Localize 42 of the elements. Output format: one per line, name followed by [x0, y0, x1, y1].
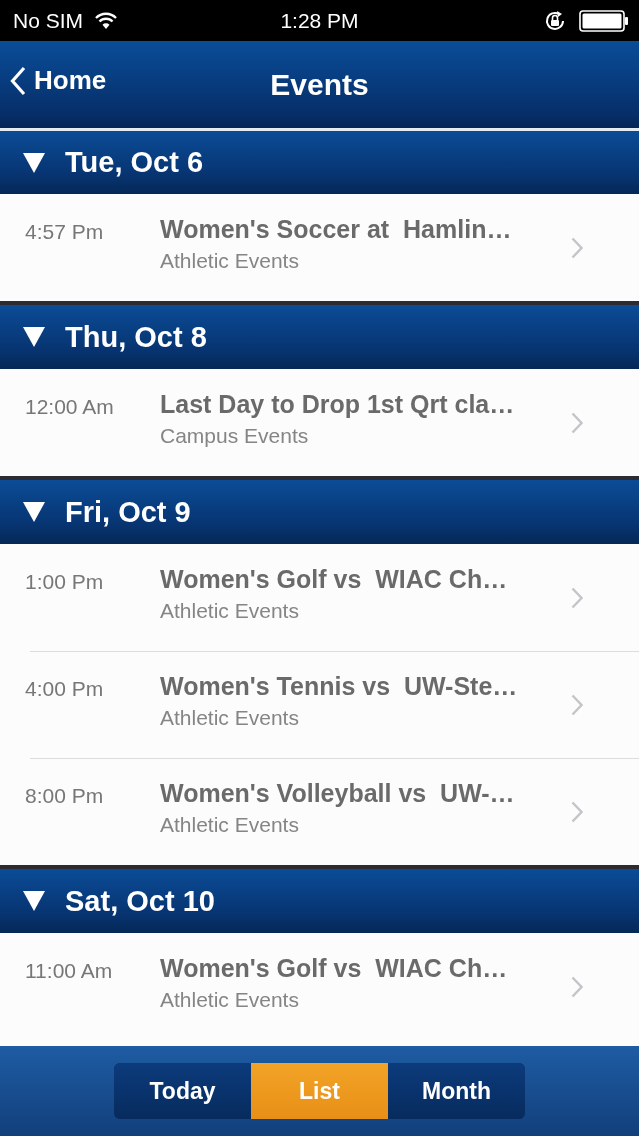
event-time: 12:00 Am	[24, 395, 115, 419]
event-time: 8:00 Pm	[24, 784, 105, 808]
disclosure-chevron-icon	[571, 412, 583, 434]
section-date: Tue, Oct 6	[65, 146, 204, 179]
disclosure-chevron-icon	[571, 694, 583, 716]
event-title: Women's Volleyball vs UW-…	[160, 779, 516, 808]
event-time: 11:00 Am	[24, 959, 114, 983]
clock-label: 1:28 PM	[280, 8, 359, 33]
event-category: Athletic Events	[160, 249, 300, 273]
event-title: Women's Soccer at Hamlin…	[160, 215, 513, 244]
event-title: Last Day to Drop 1st Qrt cla…	[160, 390, 516, 419]
back-button[interactable]: Home	[10, 65, 107, 96]
section-date: Fri, Oct 9	[65, 495, 191, 529]
disclosure-chevron-icon	[571, 237, 583, 259]
disclosure-chevron-icon	[571, 976, 583, 998]
section-header[interactable]: Tue, Oct 6	[0, 128, 639, 194]
section-date: Thu, Oct 8	[65, 320, 207, 354]
event-category: Athletic Events	[160, 706, 300, 730]
event-category: Athletic Events	[160, 599, 300, 623]
event-category: Athletic Events	[160, 988, 300, 1012]
view-tab[interactable]: Today	[114, 1063, 251, 1119]
event-time: 4:00 Pm	[24, 677, 105, 701]
carrier-label: No SIM	[13, 8, 83, 33]
page-title: Events	[270, 67, 369, 102]
disclosure-chevron-icon	[571, 587, 583, 609]
event-title: Women's Tennis vs UW-Ste…	[160, 672, 519, 701]
event-category: Campus Events	[160, 424, 310, 448]
disclosure-chevron-icon	[571, 801, 583, 823]
section-header[interactable]: Thu, Oct 8	[0, 301, 639, 369]
event-title: Women's Golf vs WIAC Ch…	[160, 565, 509, 594]
event-time: 1:00 Pm	[24, 570, 105, 594]
event-title: Women's Golf vs WIAC Ch…	[160, 954, 509, 983]
back-chevron-icon	[10, 65, 26, 96]
event-time: 4:57 Pm	[24, 220, 105, 244]
event-category: Athletic Events	[160, 813, 300, 837]
view-tab[interactable]: Month	[388, 1063, 525, 1119]
battery-icon	[579, 9, 629, 32]
wifi-icon	[95, 12, 117, 29]
section-header[interactable]: Sat, Oct 10	[0, 865, 639, 933]
section-date: Sat, Oct 10	[65, 884, 215, 918]
section-header[interactable]: Fri, Oct 9	[0, 476, 639, 544]
rotation-lock-icon	[543, 8, 567, 33]
